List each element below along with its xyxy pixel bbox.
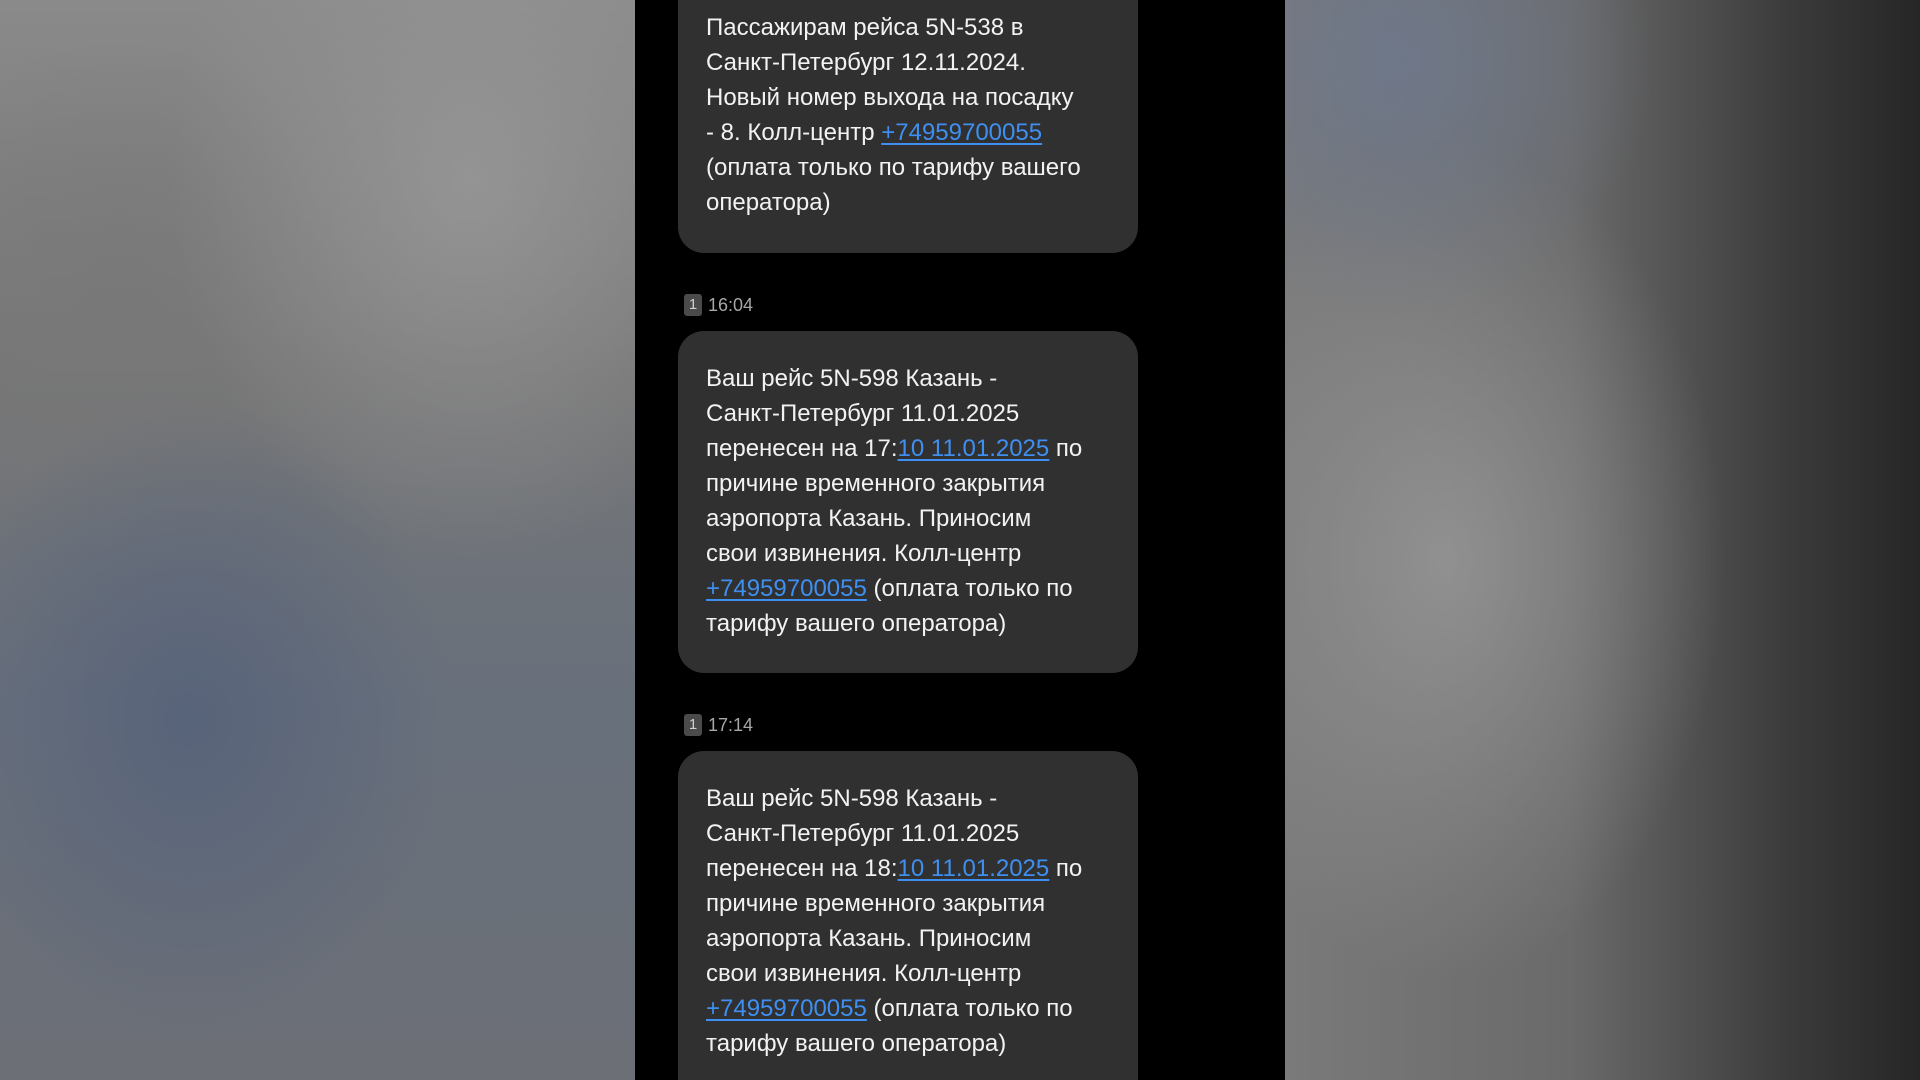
message-line: оператора) xyxy=(706,189,831,216)
message-line: свои извинения. Колл-центр xyxy=(706,960,1022,987)
message-line: Новый номер выхода на посадку xyxy=(706,84,1074,111)
sms-conversation-screen[interactable]: Пассажирам рейса 5N-538 в Санкт-Петербур… xyxy=(635,0,1285,1080)
message-line: тарифу вашего оператора) xyxy=(706,610,1007,637)
phone-link[interactable]: +74959700055 xyxy=(706,995,867,1022)
message-line: Санкт-Петербург 11.01.2025 xyxy=(706,400,1020,427)
sim-card-icon: 1 xyxy=(684,714,702,736)
message-bubble[interactable]: Ваш рейс 5N-598 Казань - Санкт-Петербург… xyxy=(678,751,1138,1080)
blurred-background-right xyxy=(1285,0,1920,1080)
message-line: перенесен на 18:10 11.01.2025 по xyxy=(706,855,1083,882)
message-line: (оплата только по тарифу вашего xyxy=(706,154,1081,181)
date-link[interactable]: 10 11.01.2025 xyxy=(898,855,1050,882)
message-line: аэропорта Казань. Приносим xyxy=(706,925,1032,952)
sim-card-icon: 1 xyxy=(684,294,702,316)
message-line: Ваш рейс 5N-598 Казань - xyxy=(706,365,998,392)
phone-link[interactable]: +74959700055 xyxy=(706,575,867,602)
message-line: Пассажирам рейса 5N-538 в xyxy=(706,14,1024,41)
message-line: Санкт-Петербург 11.01.2025 xyxy=(706,820,1020,847)
phone-link[interactable]: +74959700055 xyxy=(881,119,1042,146)
message-meta: 1 16:04 xyxy=(684,292,753,318)
message-bubble[interactable]: Ваш рейс 5N-598 Казань - Санкт-Петербург… xyxy=(678,331,1138,673)
message-time: 16:04 xyxy=(708,294,754,315)
date-link[interactable]: 10 11.01.2025 xyxy=(898,435,1050,462)
message-line: - 8. Колл-центр +74959700055 xyxy=(706,119,1043,146)
message-line: +74959700055 (оплата только по xyxy=(706,995,1073,1022)
message-line: свои извинения. Колл-центр xyxy=(706,540,1022,567)
message-bubble[interactable]: Пассажирам рейса 5N-538 в Санкт-Петербур… xyxy=(678,0,1138,253)
message-line: тарифу вашего оператора) xyxy=(706,1030,1007,1057)
message-line: Ваш рейс 5N-598 Казань - xyxy=(706,785,998,812)
message-line: причине временного закрытия xyxy=(706,470,1046,497)
message-line: Санкт-Петербург 12.11.2024. xyxy=(706,49,1026,76)
message-time: 17:14 xyxy=(708,714,754,735)
blurred-background-left xyxy=(0,0,635,1080)
message-line: причине временного закрытия xyxy=(706,890,1046,917)
message-meta: 1 17:14 xyxy=(684,712,753,738)
message-line: аэропорта Казань. Приносим xyxy=(706,505,1032,532)
message-line: +74959700055 (оплата только по xyxy=(706,575,1073,602)
message-line: перенесен на 17:10 11.01.2025 по xyxy=(706,435,1083,462)
